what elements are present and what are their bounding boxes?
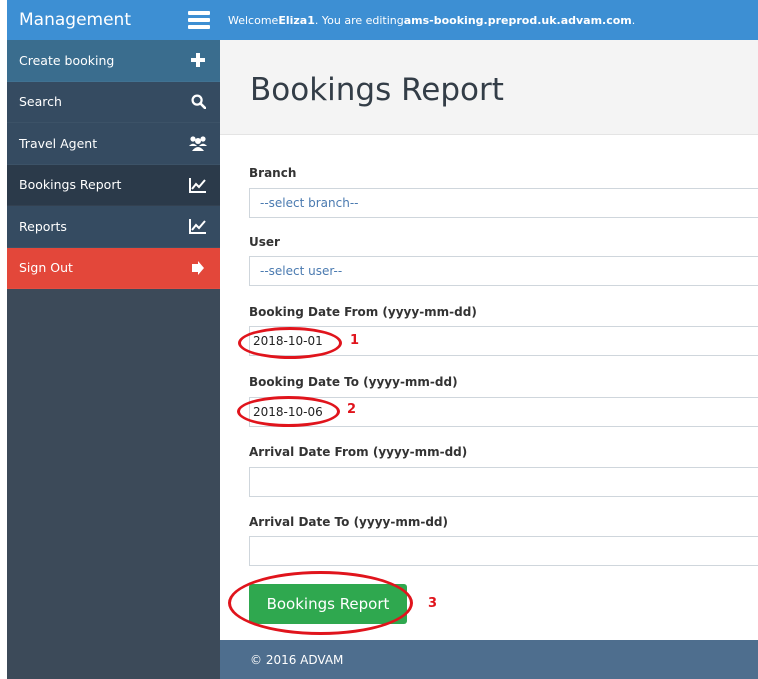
page-header: Bookings Report (220, 40, 758, 135)
sidebar-item-label: Sign Out (19, 260, 73, 276)
branch-label: Branch (249, 166, 297, 180)
annotation-number: 3 (428, 596, 438, 611)
bookings-report-form: Branch --select branch-- User --select u… (220, 136, 758, 640)
welcome-suffix: . (631, 13, 636, 27)
arrival-date-to-input[interactable] (249, 536, 758, 566)
sidebar-item-label: Travel Agent (19, 135, 98, 151)
users-icon (188, 133, 208, 153)
footer-text: © 2016 ADVAM (250, 652, 344, 667)
sidebar-item-bookings-report[interactable]: Bookings Report (7, 164, 228, 206)
search-icon (188, 92, 208, 112)
sign-out-icon (188, 258, 208, 278)
user-label: User (249, 235, 280, 249)
plus-icon (188, 50, 208, 70)
sidebar-item-reports[interactable]: Reports (7, 206, 220, 248)
sidebar-item-travel-agent[interactable]: Travel Agent (7, 123, 220, 165)
booking-date-from-label: Booking Date From (yyyy-mm-dd) (249, 305, 477, 319)
sidebar-item-label: Reports (19, 218, 67, 234)
annotation-number: 2 (347, 402, 357, 417)
booking-date-from-input[interactable]: 2018-10-01 (249, 326, 758, 356)
user-select[interactable]: --select user-- (249, 256, 758, 286)
footer: © 2016 ADVAM (220, 640, 758, 679)
page-title: Bookings Report (250, 72, 504, 108)
branch-select[interactable]: --select branch-- (249, 188, 758, 218)
sidebar-item-search[interactable]: Search (7, 81, 220, 123)
arrival-date-from-input[interactable] (249, 467, 758, 497)
arrival-date-from-label: Arrival Date From (yyyy-mm-dd) (249, 445, 468, 459)
brand-title: Management (19, 10, 131, 30)
annotation-number: 1 (350, 333, 360, 348)
site-name: ams-booking.preprod.uk.advam.com (403, 13, 632, 27)
sidebar-item-create-booking[interactable]: Create booking (7, 40, 220, 82)
chart-line-icon (188, 175, 208, 195)
bookings-report-button[interactable]: Bookings Report (249, 584, 407, 624)
sidebar-item-label: Search (19, 94, 62, 110)
chart-line-icon (188, 216, 208, 236)
welcome-middle: . You are editing (314, 13, 404, 27)
sidebar-brand: Management (7, 0, 220, 40)
welcome-prefix: Welcome (228, 13, 279, 27)
sidebar: Management Create booking Search Travel … (7, 0, 228, 679)
top-bar: Welcome Eliza1. You are editing ams-book… (220, 0, 758, 40)
hamburger-menu-icon[interactable] (188, 11, 210, 29)
sidebar-item-label: Create booking (19, 52, 115, 68)
booking-date-to-input[interactable]: 2018-10-06 (249, 397, 758, 427)
sidebar-item-sign-out[interactable]: Sign Out (7, 247, 220, 289)
arrival-date-to-label: Arrival Date To (yyyy-mm-dd) (249, 515, 448, 529)
username: Eliza1 (278, 13, 315, 27)
sidebar-item-label: Bookings Report (19, 177, 122, 193)
booking-date-to-label: Booking Date To (yyyy-mm-dd) (249, 375, 458, 389)
